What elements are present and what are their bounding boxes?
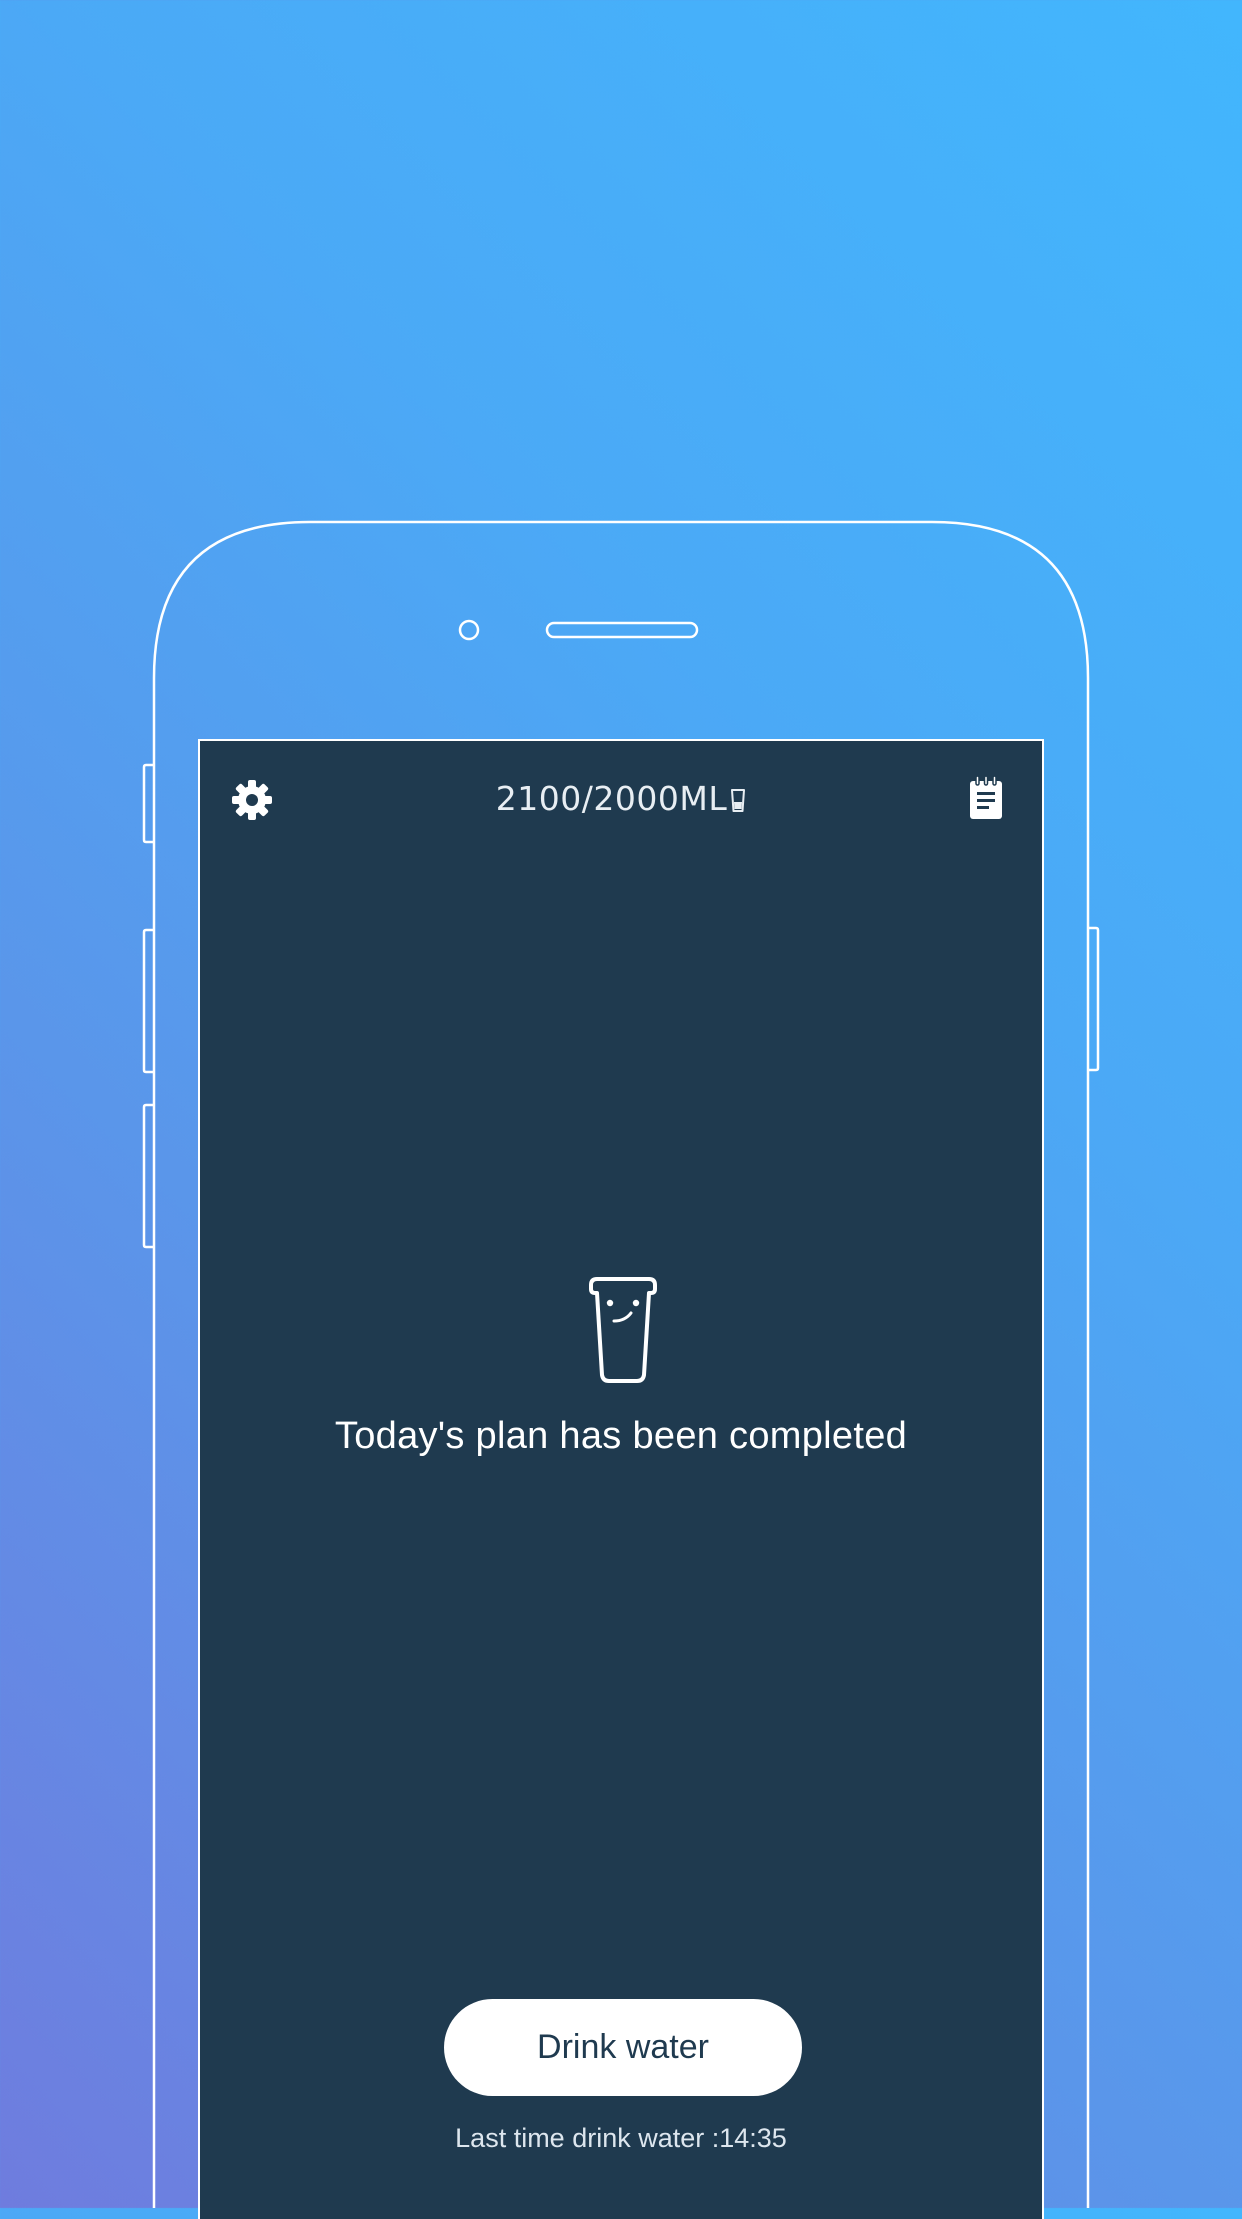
- water-intake-total: 2100/2000ML: [200, 779, 1042, 818]
- cup-icon: [730, 782, 746, 812]
- intake-label: 2100/2000ML: [495, 779, 728, 818]
- app-screen: 2100/2000ML Today's plan has been comple…: [198, 739, 1044, 2219]
- drink-water-button[interactable]: Drink water: [444, 1999, 802, 2096]
- notepad-icon[interactable]: [968, 775, 1004, 821]
- last-drink-time: Last time drink water :14:35: [455, 2123, 787, 2153]
- smiling-cup-icon: [585, 1275, 661, 1385]
- plan-completed-message: Today's plan has been completed: [334, 1415, 908, 1457]
